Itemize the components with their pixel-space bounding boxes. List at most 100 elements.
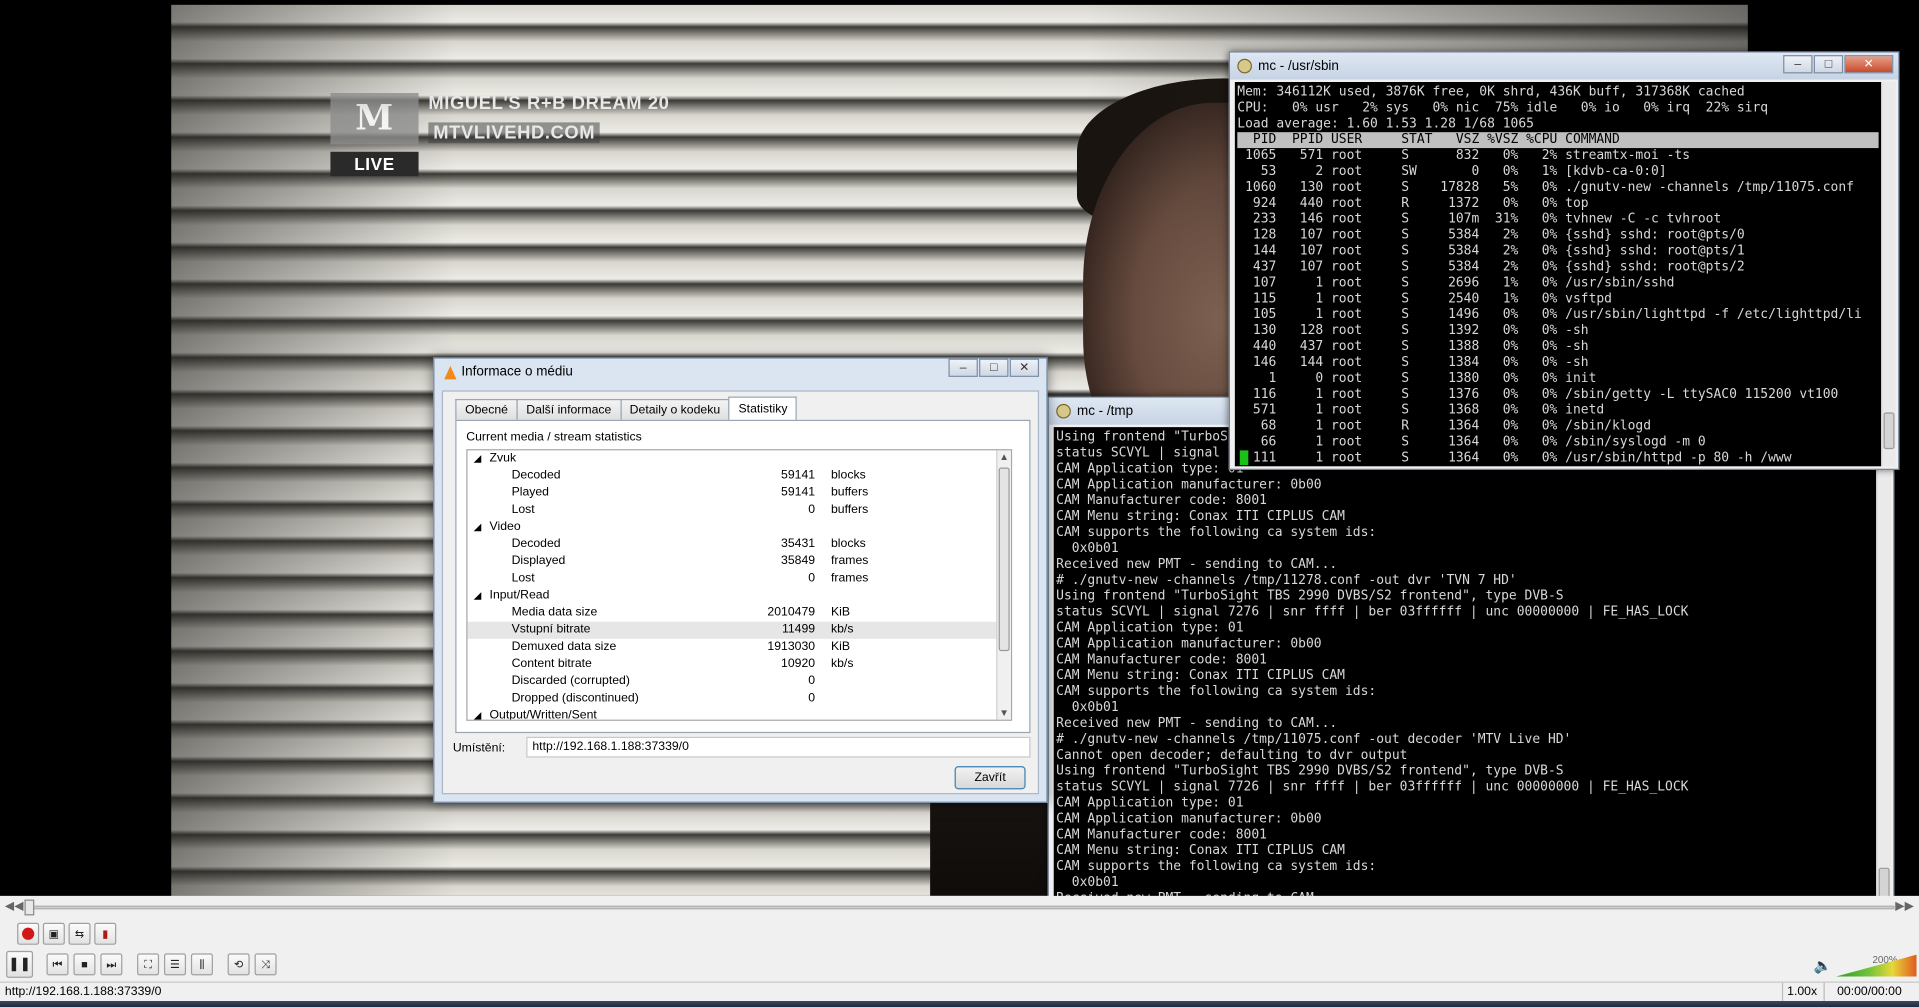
stat-row[interactable]: Dropped (discontinued) 0 [468,690,999,707]
terminal-line: CAM Menu string: Conax ITI CIPLUS CAM [1056,509,1346,524]
previous-button[interactable]: ⏮ [46,953,69,976]
dialog-title: Informace o médiu [461,364,573,380]
dialog-titlebar[interactable]: Informace o médiu – □ ✕ [434,358,1046,386]
terminal-line: status SCVYL | signal 7276 | snr ffff | … [1056,604,1689,620]
stat-row[interactable]: Played 59141 buffers [468,485,999,502]
tab-codec-details[interactable]: Detaily o kodeku [619,398,730,422]
expand-arrow-icon[interactable]: ◢ [474,587,482,604]
stat-label: Demuxed data size [511,640,617,654]
tree-scrollbar[interactable]: ▲ ▼ [996,450,1011,720]
stat-row[interactable]: Media data size 2010479 KiB [468,605,999,622]
maximize-button[interactable]: □ [1813,55,1844,74]
terminal-titlebar[interactable]: mc - /usr/sbin – □ ✕ [1229,52,1899,80]
expand-arrow-icon[interactable]: ◢ [474,707,482,720]
stat-row[interactable]: Displayed 35849 frames [468,553,999,570]
fullscreen-button[interactable]: ⛶ [137,953,160,976]
tree-group[interactable]: ◢ Input/Read [468,587,999,604]
terminal-line: Received new PMT - sending to CAM... [1056,715,1338,731]
process-row: 146 144 root S 1384 0% 0% -sh [1237,354,1589,370]
process-row: 130 128 root S 1392 0% 0% -sh [1237,323,1589,338]
top-output[interactable]: Mem: 346112K used, 3876K free, 0K shrd, … [1234,81,1882,467]
equalizer-icon: ⫼ [199,958,205,971]
terminal-line: CAM supports the following ca system ids… [1056,525,1377,540]
loop-button[interactable]: ⟲ [227,953,250,976]
maximize-button[interactable]: □ [979,358,1009,377]
record-button[interactable] [17,922,40,945]
putty-icon [1056,403,1071,419]
speaker-icon[interactable]: 🔈 [1814,957,1832,974]
terminal-scrollbar[interactable] [1876,427,1891,925]
stat-row[interactable]: Decoded 35431 blocks [468,536,999,553]
tree-group[interactable]: ◢ Output/Written/Sent [468,707,999,720]
loop-ab-button[interactable]: ⇆ [68,922,91,945]
stat-label: Lost [511,571,535,586]
tab-extra-info[interactable]: Další informace [516,398,622,422]
seek-forward-icon[interactable]: ▶▶ [1895,900,1914,913]
scrollbar-thumb[interactable] [1883,412,1895,450]
terminal-line: CAM supports the following ca system ids… [1056,859,1377,874]
minimize-button[interactable]: – [948,358,978,377]
terminal-line: # ./gnutv-new -channels /tmp/11278.conf … [1056,572,1517,588]
terminal-line: 0x0b01 [1056,875,1119,890]
loop-icon: ⟲ [234,958,244,971]
stat-row[interactable]: Vstupní bitrate 11499 kb/s [467,621,999,639]
stat-row[interactable]: Demuxed data size 1913030 KiB [468,639,999,656]
snapshot-button[interactable]: ▣ [42,922,65,945]
stop-button[interactable]: ■ [73,953,96,976]
process-row: 116 1 root S 1376 0% 0% /sbin/getty -L t… [1237,386,1839,402]
scroll-up-arrow-icon[interactable]: ▲ [997,452,1010,463]
statistics-tree[interactable]: ◢ Zvuk Decoded 59141 blocks Played 59141 buffer… [466,449,1013,721]
osd-site: MTVLIVEHD.COM [428,122,601,144]
shuffle-button[interactable]: ⤨ [254,953,277,976]
close-dialog-button[interactable]: Zavřít [954,766,1026,790]
expand-arrow-icon[interactable]: ◢ [474,450,482,467]
extended-settings-button[interactable]: ⫼ [190,953,213,976]
stat-label: Lost [511,503,535,517]
seek-bar[interactable]: ◀◀ ▶▶ [0,896,1919,918]
seek-back-icon[interactable]: ◀◀ [5,900,24,913]
playlist-button[interactable]: ☰ [163,953,187,976]
stat-value: 59141 [781,468,816,483]
terminal-window-sbin[interactable]: mc - /usr/sbin – □ ✕ Mem: 346112K used, … [1228,51,1900,470]
stat-row[interactable]: Lost 0 buffers [468,502,999,519]
expand-arrow-icon[interactable]: ◢ [474,519,482,536]
scrollbar-thumb[interactable] [998,467,1010,652]
scroll-down-arrow-icon[interactable]: ▼ [997,707,1010,718]
location-field[interactable]: http://192.168.1.188:37339/0 [526,736,1031,758]
ab-loop-icon: ⇆ [74,927,85,940]
stat-label: Content bitrate [511,657,592,671]
tree-group[interactable]: ◢ Video [468,519,999,536]
terminal-line: Cannot open decoder; defaulting to dvr o… [1056,747,1408,763]
minimize-button[interactable]: – [1783,55,1813,74]
next-button[interactable]: ⏭ [100,953,123,976]
tab-general[interactable]: Obecné [455,398,518,422]
tree-group[interactable]: ◢ Zvuk [468,450,999,467]
stat-row[interactable]: Content bitrate 10920 kb/s [468,656,999,673]
media-info-dialog[interactable]: Informace o médiu – □ ✕ Obecné Další inf… [433,357,1048,803]
stat-unit: KiB [830,605,851,620]
terminal-line: Received new PMT - sending to CAM... [1056,556,1338,572]
time-display[interactable]: 00:00/00:00 [1823,982,1915,1002]
seek-handle[interactable] [24,899,35,916]
pause-button[interactable]: ❚❚ [6,950,34,978]
stop-icon: ■ [81,958,88,971]
stat-value: 0 [808,674,816,688]
terminal-line: 0x0b01 [1056,540,1119,556]
zoom-level[interactable]: 1.00x [1781,982,1821,1002]
terminal-scrollbar[interactable] [1881,81,1896,467]
close-button[interactable]: ✕ [1844,55,1894,74]
close-button[interactable]: ✕ [1009,358,1040,377]
stat-row[interactable]: Discarded (corrupted) 0 [468,673,999,690]
previous-icon: ⏮ [52,958,63,971]
stat-label: Media data size [511,605,598,620]
process-row: 107 1 root S 2696 1% 0% /usr/sbin/sshd [1237,275,1675,291]
terminal-output[interactable]: Using frontend "TurboSight TBS 2990 DVBS… [1053,427,1877,925]
process-row: 111 1 root S 1364 0% 0% /usr/sbin/httpd … [1237,450,1792,466]
frame-step-button[interactable]: ▮ [94,922,117,945]
stat-row[interactable]: Lost 0 frames [468,570,999,587]
stat-row[interactable]: Decoded 59141 blocks [468,468,999,485]
playlist-icon: ☰ [170,958,180,971]
stat-unit: kb/s [830,622,854,637]
terminal-window-tmp[interactable]: mc - /tmp Using frontend "TurboSight TBS… [1047,396,1895,928]
tab-statistics[interactable]: Statistiky [728,396,798,422]
